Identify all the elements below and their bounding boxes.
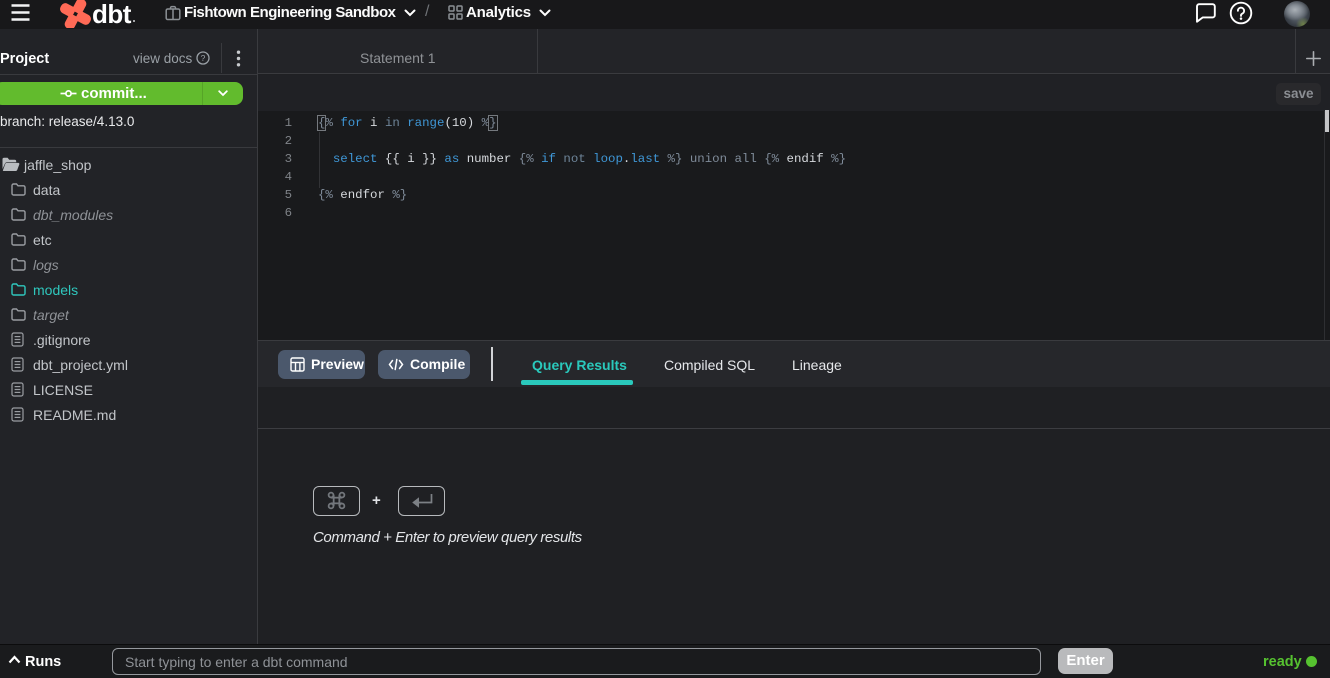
svg-text:?: ?	[201, 53, 206, 63]
